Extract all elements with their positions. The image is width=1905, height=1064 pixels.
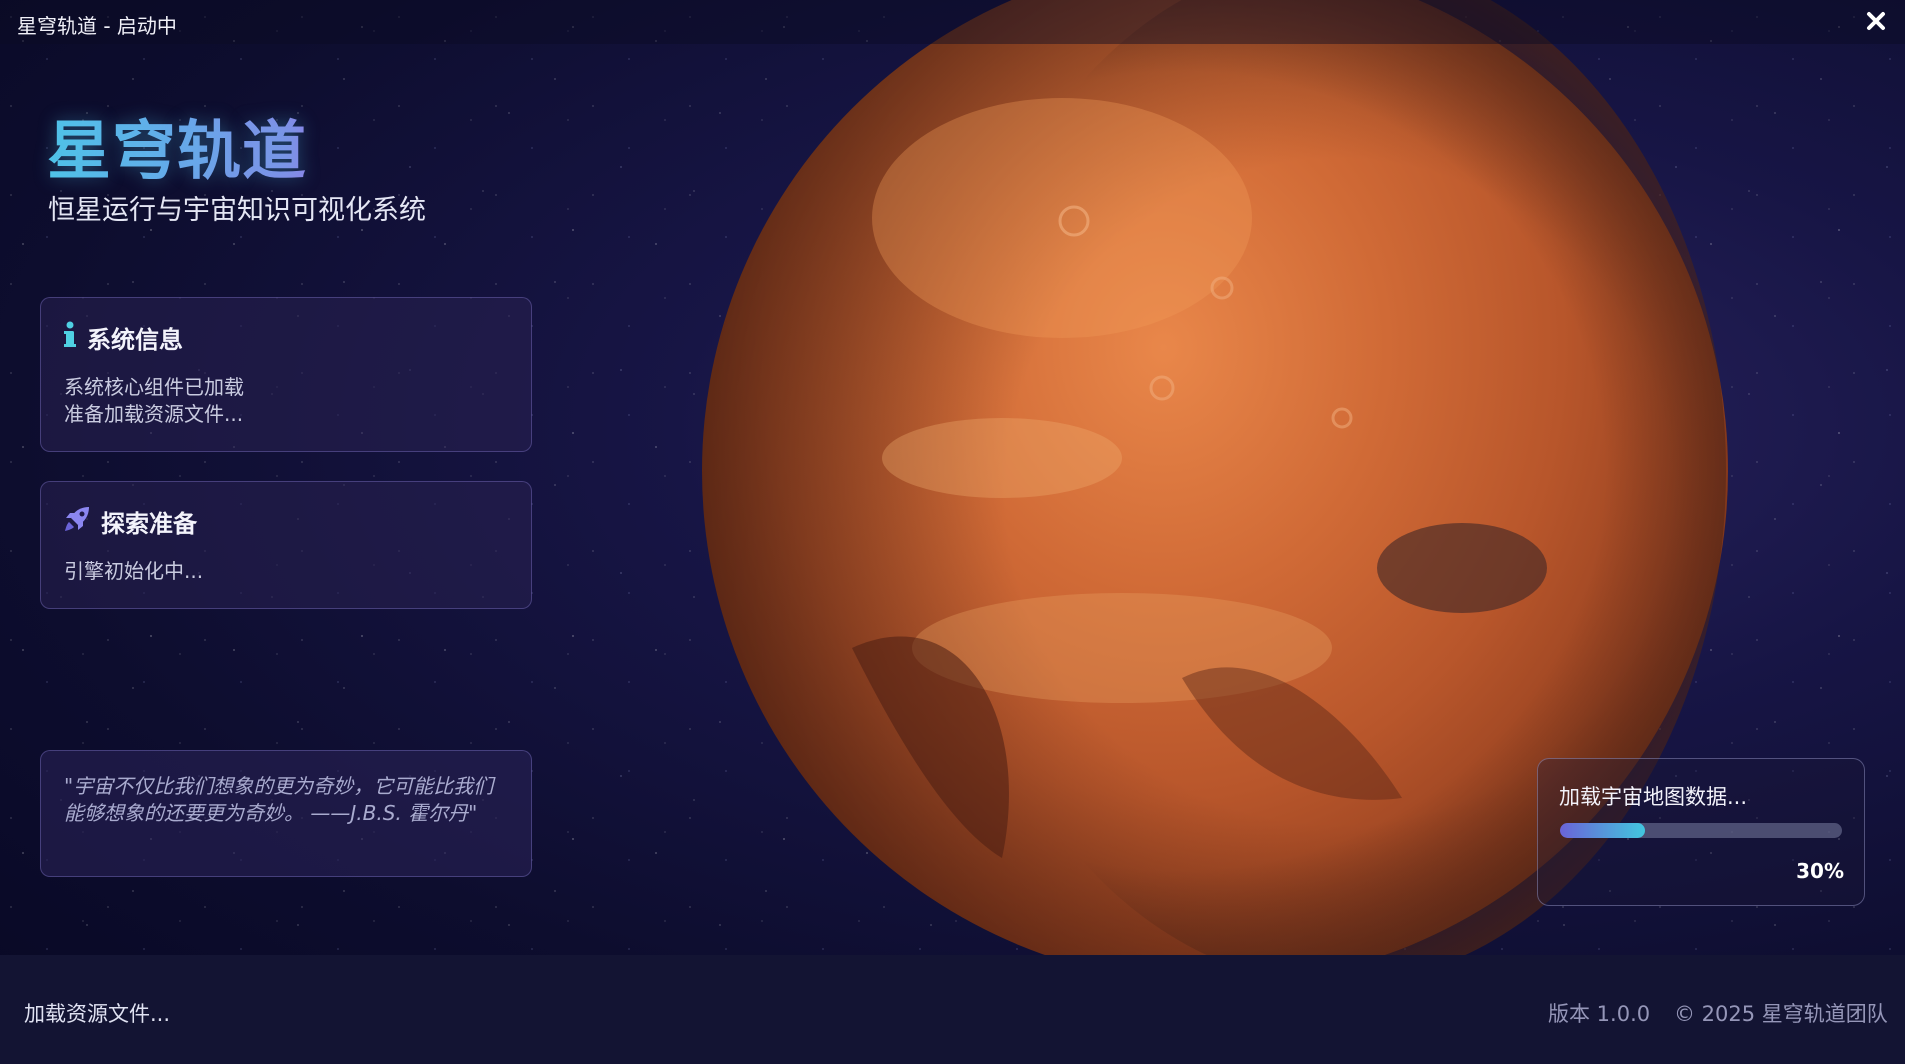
window-titlebar: 星穹轨道 - 启动中: [0, 0, 1905, 44]
footer-status-text: 加载资源文件...: [24, 1002, 171, 1026]
window-title: 星穹轨道 - 启动中: [17, 14, 177, 38]
info-icon: [63, 321, 77, 355]
quote-text: "宇宙不仅比我们想象的更为奇妙，它可能比我们能够想象的还要更为奇妙。 ——J.B…: [64, 774, 494, 825]
loading-label: 加载宇宙地图数据...: [1559, 785, 1748, 809]
app-subtitle: 恒星运行与宇宙知识可视化系统: [48, 195, 426, 226]
close-icon[interactable]: [1861, 6, 1891, 36]
footer-copyright: © 2025 星穹轨道团队: [1674, 1002, 1888, 1026]
system-info-line: 系统核心组件已加载: [64, 375, 244, 399]
explore-prep-header: 探索准备: [63, 504, 197, 539]
rocket-icon: [63, 505, 91, 539]
progress-fill: [1560, 823, 1645, 838]
app-brand-title: 星穹轨道: [47, 100, 307, 192]
system-info-card: 系统信息 系统核心组件已加载 准备加载资源文件...: [40, 297, 532, 452]
explore-prep-title: 探索准备: [101, 510, 197, 538]
progress-track: [1560, 823, 1842, 838]
explore-prep-body: 引擎初始化中...: [64, 558, 203, 585]
quote-card: "宇宙不仅比我们想象的更为奇妙，它可能比我们能够想象的还要更为奇妙。 ——J.B…: [40, 750, 532, 877]
footer-version: 版本 1.0.0: [1548, 1002, 1651, 1026]
explore-prep-line: 引擎初始化中...: [64, 559, 204, 583]
system-info-body: 系统核心组件已加载 准备加载资源文件...: [64, 374, 244, 428]
status-footer: 加载资源文件... 版本 1.0.0 © 2025 星穹轨道团队: [0, 955, 1905, 1064]
progress-percent: 30%: [1796, 859, 1844, 883]
loading-panel: 加载宇宙地图数据... 30%: [1537, 758, 1865, 906]
system-info-title: 系统信息: [87, 326, 183, 354]
explore-prep-card: 探索准备 引擎初始化中...: [40, 481, 532, 609]
system-info-line: 准备加载资源文件...: [64, 402, 244, 426]
system-info-header: 系统信息: [63, 320, 183, 355]
